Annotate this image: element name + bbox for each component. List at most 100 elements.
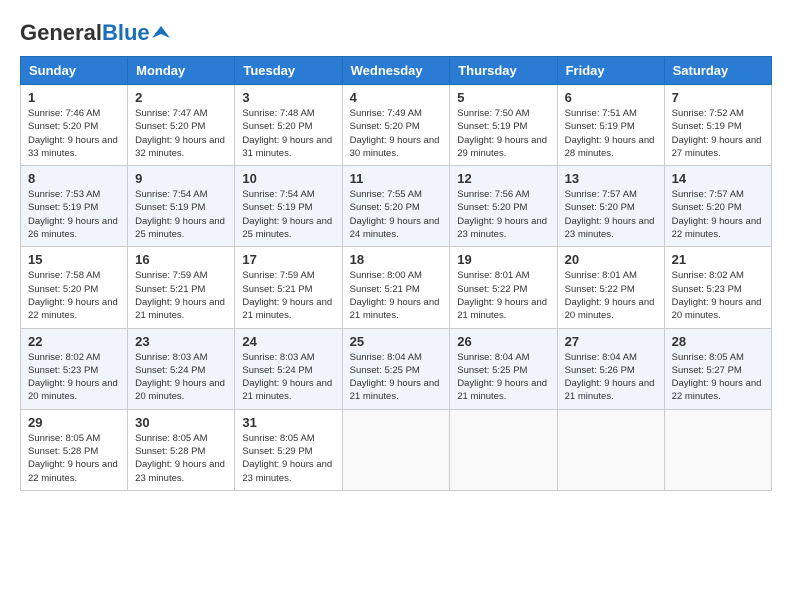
day-info: Sunrise: 7:53 AM Sunset: 5:19 PM Dayligh… [28, 188, 120, 241]
day-of-week-header: Tuesday [235, 57, 342, 85]
day-info: Sunrise: 7:59 AM Sunset: 5:21 PM Dayligh… [135, 269, 227, 322]
day-number: 2 [135, 90, 227, 105]
day-number: 25 [350, 334, 443, 349]
day-cell: 21Sunrise: 8:02 AM Sunset: 5:23 PM Dayli… [664, 247, 771, 328]
calendar-week-row: 29 Sunrise: 8:05 AM Sunset: 5:28 PM Dayli… [21, 409, 772, 490]
day-of-week-header: Monday [128, 57, 235, 85]
empty-day-cell [557, 409, 664, 490]
day-info: Sunrise: 7:54 AM Sunset: 5:19 PM Dayligh… [242, 188, 334, 241]
page-header: GeneralBlue [20, 20, 772, 46]
day-cell: 10Sunrise: 7:54 AM Sunset: 5:19 PM Dayli… [235, 166, 342, 247]
day-number: 29 [28, 415, 120, 430]
day-info: Sunrise: 8:04 AM Sunset: 5:25 PM Dayligh… [457, 351, 549, 404]
day-cell: 12 Sunrise: 7:56 AM Sunset: 5:20 PM Dayli… [450, 166, 557, 247]
empty-day-cell [450, 409, 557, 490]
day-number: 12 [457, 171, 549, 186]
day-info: Sunrise: 7:57 AM Sunset: 5:20 PM Dayligh… [565, 188, 657, 241]
day-info: Sunrise: 7:56 AM Sunset: 5:20 PM Dayligh… [457, 188, 549, 241]
day-info: Sunrise: 8:03 AM Sunset: 5:24 PM Dayligh… [242, 351, 334, 404]
logo-general: General [20, 20, 102, 45]
calendar-week-row: 8Sunrise: 7:53 AM Sunset: 5:19 PM Daylig… [21, 166, 772, 247]
day-number: 17 [242, 252, 334, 267]
day-of-week-header: Friday [557, 57, 664, 85]
day-number: 20 [565, 252, 657, 267]
day-number: 13 [565, 171, 657, 186]
day-number: 6 [565, 90, 657, 105]
day-number: 23 [135, 334, 227, 349]
day-of-week-header: Thursday [450, 57, 557, 85]
logo: GeneralBlue [20, 20, 170, 46]
day-info: Sunrise: 8:02 AM Sunset: 5:23 PM Dayligh… [28, 351, 120, 404]
day-info: Sunrise: 8:00 AM Sunset: 5:21 PM Dayligh… [350, 269, 443, 322]
day-info: Sunrise: 8:03 AM Sunset: 5:24 PM Dayligh… [135, 351, 227, 404]
day-number: 4 [350, 90, 443, 105]
day-cell: 11Sunrise: 7:55 AM Sunset: 5:20 PM Dayli… [342, 166, 450, 247]
day-info: Sunrise: 7:59 AM Sunset: 5:21 PM Dayligh… [242, 269, 334, 322]
day-number: 22 [28, 334, 120, 349]
day-cell: 6 Sunrise: 7:51 AM Sunset: 5:19 PM Daylig… [557, 85, 664, 166]
calendar-week-row: 22 Sunrise: 8:02 AM Sunset: 5:23 PM Dayli… [21, 328, 772, 409]
day-info: Sunrise: 7:46 AM Sunset: 5:20 PM Dayligh… [28, 107, 120, 160]
day-info: Sunrise: 7:52 AM Sunset: 5:19 PM Dayligh… [672, 107, 764, 160]
day-cell: 15Sunrise: 7:58 AM Sunset: 5:20 PM Dayli… [21, 247, 128, 328]
day-number: 24 [242, 334, 334, 349]
day-cell: 1 Sunrise: 7:46 AM Sunset: 5:20 PM Daylig… [21, 85, 128, 166]
day-cell: 22 Sunrise: 8:02 AM Sunset: 5:23 PM Dayli… [21, 328, 128, 409]
day-info: Sunrise: 8:04 AM Sunset: 5:25 PM Dayligh… [350, 351, 443, 404]
day-cell: 17 Sunrise: 7:59 AM Sunset: 5:21 PM Dayli… [235, 247, 342, 328]
day-number: 27 [565, 334, 657, 349]
calendar-header-row: SundayMondayTuesdayWednesdayThursdayFrid… [21, 57, 772, 85]
day-number: 28 [672, 334, 764, 349]
day-cell: 29 Sunrise: 8:05 AM Sunset: 5:28 PM Dayli… [21, 409, 128, 490]
day-cell: 16 Sunrise: 7:59 AM Sunset: 5:21 PM Dayli… [128, 247, 235, 328]
logo-text: GeneralBlue [20, 20, 150, 46]
day-number: 26 [457, 334, 549, 349]
day-cell: 28Sunrise: 8:05 AM Sunset: 5:27 PM Dayli… [664, 328, 771, 409]
day-cell: 27 Sunrise: 8:04 AM Sunset: 5:26 PM Dayli… [557, 328, 664, 409]
day-info: Sunrise: 7:48 AM Sunset: 5:20 PM Dayligh… [242, 107, 334, 160]
day-info: Sunrise: 7:51 AM Sunset: 5:19 PM Dayligh… [565, 107, 657, 160]
day-number: 1 [28, 90, 120, 105]
day-info: Sunrise: 8:05 AM Sunset: 5:28 PM Dayligh… [135, 432, 227, 485]
day-number: 7 [672, 90, 764, 105]
day-cell: 5 Sunrise: 7:50 AM Sunset: 5:19 PM Daylig… [450, 85, 557, 166]
day-cell: 3 Sunrise: 7:48 AM Sunset: 5:20 PM Daylig… [235, 85, 342, 166]
day-info: Sunrise: 7:47 AM Sunset: 5:20 PM Dayligh… [135, 107, 227, 160]
day-info: Sunrise: 8:05 AM Sunset: 5:28 PM Dayligh… [28, 432, 120, 485]
day-info: Sunrise: 8:02 AM Sunset: 5:23 PM Dayligh… [672, 269, 764, 322]
day-info: Sunrise: 7:55 AM Sunset: 5:20 PM Dayligh… [350, 188, 443, 241]
day-number: 16 [135, 252, 227, 267]
day-cell: 13 Sunrise: 7:57 AM Sunset: 5:20 PM Dayli… [557, 166, 664, 247]
day-number: 3 [242, 90, 334, 105]
day-info: Sunrise: 8:01 AM Sunset: 5:22 PM Dayligh… [565, 269, 657, 322]
day-info: Sunrise: 7:49 AM Sunset: 5:20 PM Dayligh… [350, 107, 443, 160]
empty-day-cell [342, 409, 450, 490]
day-cell: 4 Sunrise: 7:49 AM Sunset: 5:20 PM Daylig… [342, 85, 450, 166]
empty-day-cell [664, 409, 771, 490]
day-number: 5 [457, 90, 549, 105]
day-cell: 18 Sunrise: 8:00 AM Sunset: 5:21 PM Dayli… [342, 247, 450, 328]
day-number: 18 [350, 252, 443, 267]
day-cell: 23 Sunrise: 8:03 AM Sunset: 5:24 PM Dayli… [128, 328, 235, 409]
day-cell: 2 Sunrise: 7:47 AM Sunset: 5:20 PM Daylig… [128, 85, 235, 166]
day-cell: 8Sunrise: 7:53 AM Sunset: 5:19 PM Daylig… [21, 166, 128, 247]
calendar-week-row: 1 Sunrise: 7:46 AM Sunset: 5:20 PM Daylig… [21, 85, 772, 166]
day-cell: 25 Sunrise: 8:04 AM Sunset: 5:25 PM Dayli… [342, 328, 450, 409]
day-number: 30 [135, 415, 227, 430]
day-number: 19 [457, 252, 549, 267]
calendar-week-row: 15Sunrise: 7:58 AM Sunset: 5:20 PM Dayli… [21, 247, 772, 328]
day-of-week-header: Saturday [664, 57, 771, 85]
day-of-week-header: Wednesday [342, 57, 450, 85]
day-info: Sunrise: 8:01 AM Sunset: 5:22 PM Dayligh… [457, 269, 549, 322]
day-cell: 7 Sunrise: 7:52 AM Sunset: 5:19 PM Daylig… [664, 85, 771, 166]
day-info: Sunrise: 7:54 AM Sunset: 5:19 PM Dayligh… [135, 188, 227, 241]
day-number: 9 [135, 171, 227, 186]
day-cell: 9 Sunrise: 7:54 AM Sunset: 5:19 PM Daylig… [128, 166, 235, 247]
day-cell: 31Sunrise: 8:05 AM Sunset: 5:29 PM Dayli… [235, 409, 342, 490]
day-number: 15 [28, 252, 120, 267]
day-info: Sunrise: 8:05 AM Sunset: 5:29 PM Dayligh… [242, 432, 334, 485]
day-info: Sunrise: 7:50 AM Sunset: 5:19 PM Dayligh… [457, 107, 549, 160]
day-cell: 26 Sunrise: 8:04 AM Sunset: 5:25 PM Dayli… [450, 328, 557, 409]
day-cell: 20 Sunrise: 8:01 AM Sunset: 5:22 PM Dayli… [557, 247, 664, 328]
day-info: Sunrise: 8:04 AM Sunset: 5:26 PM Dayligh… [565, 351, 657, 404]
